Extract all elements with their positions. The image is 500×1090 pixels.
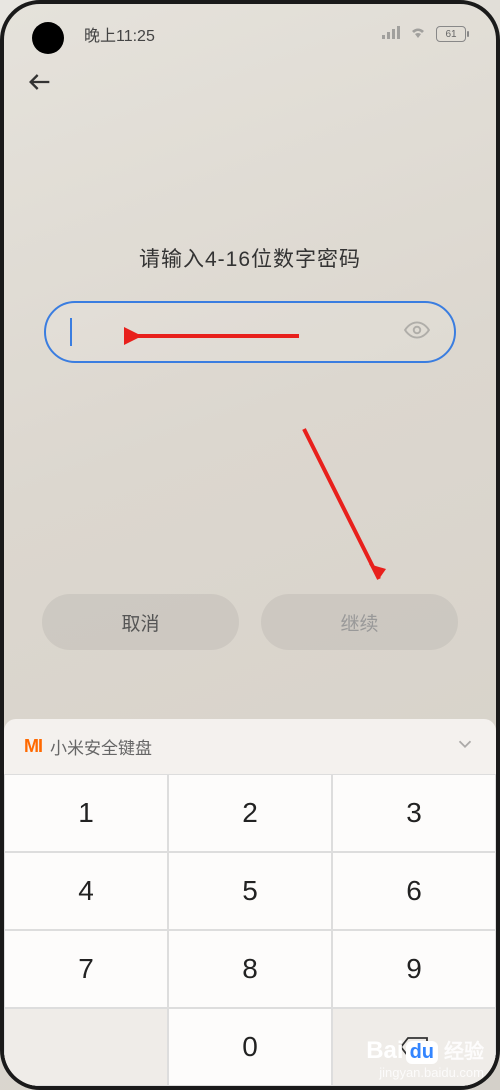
continue-button[interactable]: 继续 xyxy=(261,594,458,650)
mi-logo-icon: MI xyxy=(24,736,42,757)
key-4[interactable]: 4 xyxy=(4,852,168,930)
cancel-label: 取消 xyxy=(121,609,159,636)
password-prompt: 请输入4-16位数字密码 xyxy=(4,243,496,273)
key-blank xyxy=(4,1008,168,1086)
back-button[interactable] xyxy=(4,56,496,113)
camera-hole xyxy=(32,22,64,54)
status-time: 晚上11:25 xyxy=(84,22,155,46)
signal-icon xyxy=(382,25,400,44)
collapse-keyboard-icon[interactable] xyxy=(454,733,476,760)
watermark: Baidu经验 jingyan.baidu.com xyxy=(366,1035,484,1080)
key-5[interactable]: 5 xyxy=(168,852,332,930)
wifi-icon xyxy=(408,25,428,44)
password-input[interactable] xyxy=(44,301,456,363)
key-6[interactable]: 6 xyxy=(332,852,496,930)
key-2[interactable]: 2 xyxy=(168,774,332,852)
key-7[interactable]: 7 xyxy=(4,930,168,1008)
continue-label: 继续 xyxy=(340,609,378,636)
cancel-button[interactable]: 取消 xyxy=(42,594,239,650)
numeric-keyboard: MI 小米安全键盘 1 2 3 4 5 6 7 8 9 0 xyxy=(4,719,496,1086)
input-cursor xyxy=(70,318,72,346)
key-3[interactable]: 3 xyxy=(332,774,496,852)
keyboard-title: 小米安全键盘 xyxy=(50,734,152,759)
annotation-arrow-continue xyxy=(284,424,404,594)
battery-icon: 61 xyxy=(436,26,466,42)
key-8[interactable]: 8 xyxy=(168,930,332,1008)
key-9[interactable]: 9 xyxy=(332,930,496,1008)
status-bar: 晚上11:25 61 xyxy=(4,4,496,56)
toggle-visibility-icon[interactable] xyxy=(404,317,430,348)
key-0[interactable]: 0 xyxy=(168,1008,332,1086)
key-1[interactable]: 1 xyxy=(4,774,168,852)
